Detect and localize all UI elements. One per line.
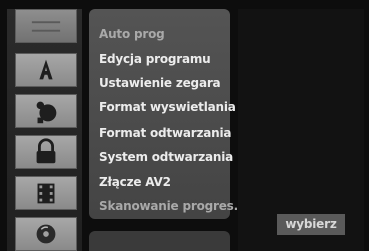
setup-screen: Auto prog Edycja programu Ustawienie zeg… (0, 0, 369, 251)
sidebar-item-general[interactable] (15, 9, 77, 43)
language-icon (39, 59, 53, 80)
sidebar-item-disc[interactable] (15, 217, 77, 251)
disc-icon (36, 224, 56, 244)
menu-item-progressive-scan[interactable]: Skanowanie progres. (99, 197, 249, 215)
recording-film-icon (37, 183, 55, 204)
menu-item-program-edit[interactable]: Edycja programu (99, 50, 249, 68)
sidebar-item-audio[interactable] (15, 94, 77, 128)
menu-panel-footer (89, 231, 230, 251)
menu-item-tv-aspect[interactable]: Format wyswietlania (99, 98, 249, 116)
select-button[interactable]: wybierz (277, 214, 345, 235)
lock-icon (36, 138, 56, 164)
sidebar-item-lock[interactable] (15, 135, 77, 169)
menu-item-auto-prog[interactable]: Auto prog (99, 25, 249, 43)
sidebar-item-language[interactable] (15, 53, 77, 87)
menu-item-av2-connection[interactable]: Złącze AV2 (99, 173, 249, 191)
menu-item-clock-set[interactable]: Ustawienie zegara (99, 74, 249, 92)
general-settings-icon (31, 21, 61, 32)
menu-item-play-system[interactable]: System odtwarzania (99, 148, 249, 166)
menu-item-display-mode[interactable]: Format odtwarzania (99, 124, 249, 142)
category-sidebar (7, 9, 82, 251)
audio-icon (36, 101, 57, 124)
sidebar-item-recording[interactable] (15, 176, 77, 210)
